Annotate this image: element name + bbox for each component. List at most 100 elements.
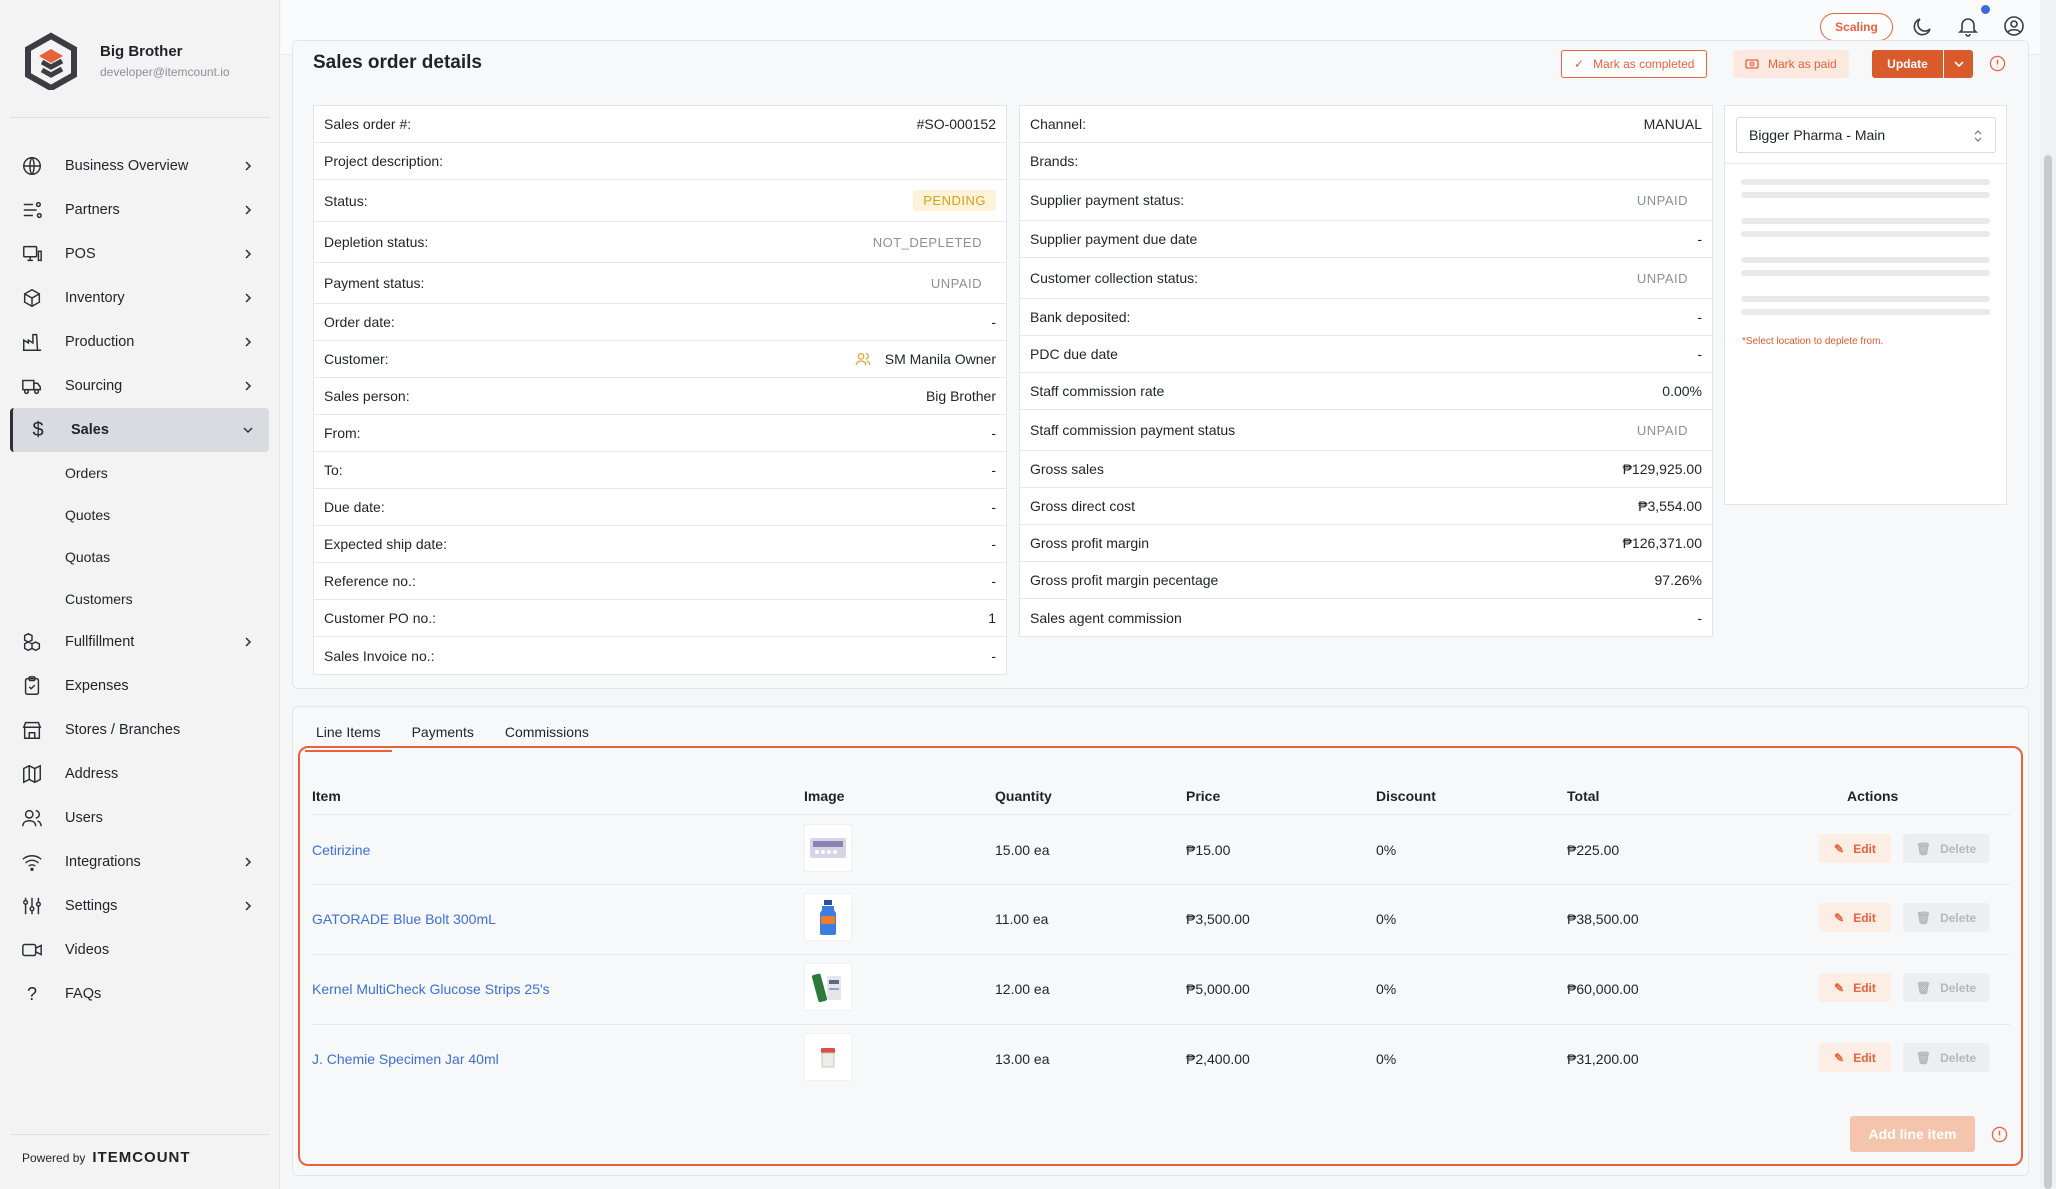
chevron-right-icon [245, 857, 252, 867]
sidebar-item-inventory[interactable]: Inventory [10, 276, 269, 320]
edit-button[interactable]: ✎ Edit [1819, 1043, 1891, 1072]
sidebar-item-label: Partners [65, 202, 120, 218]
bell-icon[interactable] [1956, 14, 1980, 38]
sidebar-item-sourcing[interactable]: Sourcing [10, 364, 269, 408]
dollar-icon: $ [32, 418, 44, 441]
item-quantity: 15.00 ea [995, 842, 1050, 858]
line-items-table: Item Image Quantity Price Discount Total… [298, 746, 2023, 1166]
sidebar-subitem-customers[interactable]: Customers [10, 578, 269, 620]
delete-button[interactable]: 🗑 Delete [1903, 1043, 1989, 1072]
detail-row-sales-invoice: Sales Invoice no.: - [314, 637, 1006, 674]
sidebar-item-settings[interactable]: Settings [10, 884, 269, 928]
sidebar-item-label: Fullfillment [65, 634, 135, 650]
check-icon: ✓ [1574, 57, 1585, 71]
globe-icon [20, 154, 44, 178]
add-line-item-button[interactable]: Add line item [1850, 1116, 1975, 1152]
scrollbar-thumb[interactable] [2044, 155, 2052, 1189]
sidebar-item-label: Stores / Branches [65, 722, 181, 738]
detail-value: UNPAID [1636, 270, 1688, 286]
sidebar-item-faqs[interactable]: ? FAQs [10, 972, 269, 1016]
detail-value: - [991, 499, 996, 515]
sidebar-item-business-overview[interactable]: Business Overview [10, 144, 269, 188]
trash-icon: 🗑 [1915, 910, 1932, 925]
mark-paid-button[interactable]: Mark as paid [1733, 50, 1849, 78]
scaling-badge[interactable]: Scaling [1820, 13, 1893, 41]
loading-skeleton [1741, 296, 1990, 302]
order-details-left: Sales order #: #SO-000152 Project descrip… [313, 105, 1007, 675]
mark-completed-button[interactable]: ✓ Mark as completed [1561, 50, 1708, 78]
clipboard-icon [20, 674, 44, 698]
item-link[interactable]: Kernel MultiCheck Glucose Strips 25's [312, 981, 550, 997]
sidebar: Big Brother developer@itemcount.io Busin… [0, 0, 280, 1189]
customer-icon [855, 353, 871, 366]
info-icon[interactable] [1989, 55, 2006, 72]
trash-icon: 🗑 [1915, 841, 1932, 856]
sidebar-subitem-orders[interactable]: Orders [10, 452, 269, 494]
item-link[interactable]: Cetirizine [312, 842, 370, 858]
update-button[interactable]: Update [1872, 50, 1943, 78]
sidebar-item-label: Users [65, 810, 103, 826]
sidebar-item-fullfillment[interactable]: Fullfillment [10, 620, 269, 664]
chevron-down-icon [243, 427, 253, 434]
item-link[interactable]: J. Chemie Specimen Jar 40ml [312, 1051, 499, 1067]
item-quantity: 11.00 ea [995, 911, 1049, 927]
sidebar-item-videos[interactable]: Videos [10, 928, 269, 972]
question-icon: ? [26, 983, 37, 1004]
detail-row-status: Status: PENDING [314, 180, 1006, 222]
detail-row-gross-sales: Gross sales ₱129,925.00 [1020, 451, 1712, 488]
column-header-quantity: Quantity [995, 788, 1052, 804]
detail-row-pdc-due-date: PDC due date - [1020, 336, 1712, 373]
mark-completed-label: Mark as completed [1593, 57, 1695, 71]
item-total: ₱31,200.00 [1567, 1051, 1639, 1067]
edit-button[interactable]: ✎ Edit [1819, 973, 1891, 1002]
sidebar-item-pos[interactable]: POS [10, 232, 269, 276]
brand[interactable]: Big Brother developer@itemcount.io [22, 32, 230, 90]
user-circle-icon[interactable] [2002, 14, 2026, 38]
sidebar-item-users[interactable]: Users [10, 796, 269, 840]
detail-row-sales-person: Sales person: Big Brother [314, 378, 1006, 415]
detail-value[interactable]: SM Manila Owner [885, 351, 996, 367]
detail-row-customer-po: Customer PO no.: 1 [314, 600, 1006, 637]
detail-row-gross-direct-cost: Gross direct cost ₱3,554.00 [1020, 488, 1712, 525]
sidebar-subitem-quotes[interactable]: Quotes [10, 494, 269, 536]
partners-icon [20, 198, 44, 222]
users-icon [20, 806, 44, 830]
sidebar-item-label: Sourcing [65, 378, 123, 394]
sidebar-item-sales[interactable]: $ Sales [10, 408, 269, 452]
detail-value: - [991, 314, 996, 330]
moon-icon[interactable] [1911, 14, 1935, 38]
chevron-right-icon [245, 161, 252, 171]
chevron-right-icon [245, 293, 252, 303]
detail-label: Brands: [1030, 153, 1079, 169]
edit-label: Edit [1853, 1050, 1876, 1065]
user-name: Big Brother [100, 43, 183, 60]
sidebar-item-stores[interactable]: Stores / Branches [10, 708, 269, 752]
detail-label: Sales Invoice no.: [324, 647, 435, 664]
edit-button[interactable]: ✎ Edit [1819, 834, 1891, 863]
detail-label: Sales order #: [324, 116, 412, 132]
edit-button[interactable]: ✎ Edit [1819, 903, 1891, 932]
sidebar-subitem-quotas[interactable]: Quotas [10, 536, 269, 578]
sidebar-item-label: Sales [71, 422, 109, 438]
detail-value: UNPAID [1636, 422, 1688, 438]
detail-label: PDC due date [1030, 346, 1118, 362]
delete-button[interactable]: 🗑 Delete [1903, 903, 1989, 932]
update-dropdown-button[interactable] [1944, 50, 1973, 78]
video-icon [20, 938, 44, 962]
info-icon[interactable] [1991, 1126, 2008, 1143]
item-link[interactable]: GATORADE Blue Bolt 300mL [312, 911, 496, 927]
delete-button[interactable]: 🗑 Delete [1903, 834, 1989, 863]
location-select[interactable]: Bigger Pharma - Main [1736, 117, 1996, 153]
sidebar-item-integrations[interactable]: Integrations [10, 840, 269, 884]
detail-value: - [991, 647, 996, 664]
sidebar-item-label: Expenses [65, 678, 129, 694]
page-title: Sales order details [313, 52, 482, 73]
sidebar-item-partners[interactable]: Partners [10, 188, 269, 232]
detail-label: Customer PO no.: [324, 610, 437, 626]
sidebar-item-expenses[interactable]: Expenses [10, 664, 269, 708]
sidebar-item-production[interactable]: Production [10, 320, 269, 364]
sidebar-item-address[interactable]: Address [10, 752, 269, 796]
edit-label: Edit [1853, 980, 1876, 995]
delete-button[interactable]: 🗑 Delete [1903, 973, 1989, 1002]
detail-row-brands: Brands: [1020, 143, 1712, 180]
